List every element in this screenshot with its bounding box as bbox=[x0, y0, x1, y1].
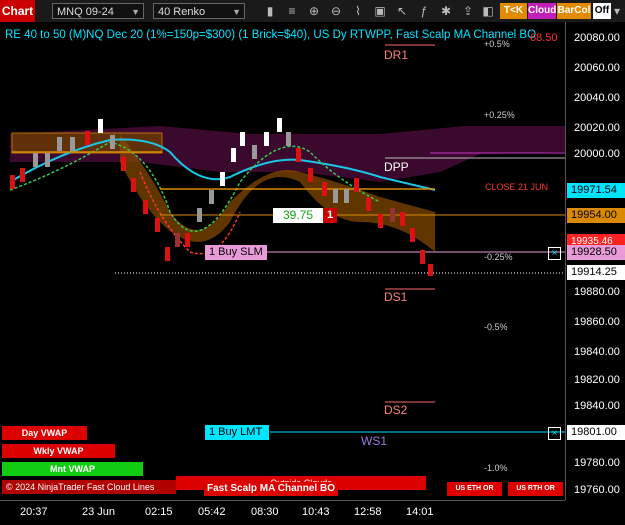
dpp-label: DPP bbox=[384, 160, 409, 174]
header-value: 68.50 bbox=[530, 32, 558, 44]
time-tick: 20:37 bbox=[20, 506, 48, 518]
price-tick: 20020.00 bbox=[574, 122, 620, 134]
pct-minus-0-5: -0.5% bbox=[484, 322, 508, 332]
ds2-label: DS2 bbox=[384, 403, 408, 417]
price-tag-stop: 19928.50 bbox=[567, 245, 625, 260]
price-tick: 19860.00 bbox=[574, 316, 620, 328]
pnl-box: 39.75 bbox=[273, 208, 323, 223]
price-tick: 19780.00 bbox=[574, 457, 620, 469]
price-tick: 19840.00 bbox=[574, 400, 620, 412]
time-tick: 02:15 bbox=[145, 506, 173, 518]
fast-scalp-button[interactable]: Fast Scalp MA Channel BO bbox=[204, 482, 338, 496]
zoom-out-icon[interactable]: ⊖ bbox=[328, 3, 344, 19]
strategy-icon[interactable]: ✱ bbox=[438, 3, 454, 19]
price-tick: 20000.00 bbox=[574, 148, 620, 160]
chart-header: RE 40 to 50 (M)NQ Dec 20 (1%=150p=$300) … bbox=[5, 29, 537, 41]
time-axis[interactable]: 20:37 23 Jun 02:15 05:42 08:30 10:43 12:… bbox=[0, 500, 565, 525]
price-tag-limit: 19801.00 bbox=[567, 425, 625, 440]
ds1-label: DS1 bbox=[384, 290, 408, 304]
pct-plus-0-5: +0.5% bbox=[484, 39, 510, 49]
close-icon[interactable]: × bbox=[548, 247, 561, 260]
price-tick: 20080.00 bbox=[574, 32, 620, 44]
price-tick: 20060.00 bbox=[574, 62, 620, 74]
zoom-in-icon[interactable]: ⊕ bbox=[306, 3, 322, 19]
chart-toolbar: Chart MNQ 09-24 ▼ 40 Renko ▼ ▮ ≡ ⊕ ⊖ ⌇ ▣… bbox=[0, 0, 625, 23]
price-tick: 20040.00 bbox=[574, 92, 620, 104]
ws1-label: WS1 bbox=[361, 434, 388, 448]
bar-type-label: 40 Renko bbox=[158, 6, 206, 18]
chevron-down-icon[interactable]: ▾ bbox=[610, 3, 624, 19]
time-tick: 05:42 bbox=[198, 506, 226, 518]
day-vwap-button[interactable]: Day VWAP bbox=[2, 426, 87, 440]
price-tick: 19760.00 bbox=[574, 484, 620, 496]
bar-chart-icon[interactable]: ▮ bbox=[262, 3, 278, 19]
price-tick: 19880.00 bbox=[574, 286, 620, 298]
wkly-vwap-button[interactable]: Wkly VWAP bbox=[2, 444, 115, 458]
dr1-label: DR1 bbox=[384, 48, 409, 62]
time-tick: 12:58 bbox=[354, 506, 382, 518]
buy-stop-order[interactable]: 1 Buy SLM bbox=[205, 245, 267, 260]
pointer-icon[interactable]: ↖ bbox=[394, 3, 410, 19]
time-tick: 14:01 bbox=[406, 506, 434, 518]
drawing-tool-icon[interactable]: ⌇ bbox=[350, 3, 366, 19]
us-rth-or-button[interactable]: US RTH OR bbox=[508, 482, 563, 496]
mnt-vwap-button[interactable]: Mnt VWAP bbox=[2, 462, 143, 476]
chevron-down-icon: ▼ bbox=[131, 7, 140, 17]
order-icon[interactable]: ◧ bbox=[480, 3, 496, 19]
price-tick: 19820.00 bbox=[574, 374, 620, 386]
close-icon[interactable]: × bbox=[548, 427, 561, 440]
pct-minus-0-25: -0.25% bbox=[484, 252, 513, 262]
copyright-bar: © 2024 NinjaTrader Fast Cloud Lines bbox=[2, 480, 176, 494]
price-chart[interactable]: RE 40 to 50 (M)NQ Dec 20 (1%=150p=$300) … bbox=[0, 22, 565, 500]
price-tag-last: 19914.25 bbox=[567, 265, 625, 280]
pct-plus-0-25: +0.25% bbox=[484, 110, 515, 120]
buy-limit-order[interactable]: 1 Buy LMT bbox=[205, 425, 269, 440]
cloud-button[interactable]: Cloud bbox=[528, 3, 556, 19]
chevron-down-icon: ▼ bbox=[232, 7, 241, 17]
chart-tab[interactable]: Chart bbox=[0, 0, 35, 22]
close-label: CLOSE 21 JUN bbox=[485, 182, 549, 192]
tk-button[interactable]: T<K bbox=[500, 3, 527, 19]
price-tag-ma: 19971.54 bbox=[567, 183, 625, 198]
bar-type-selector[interactable]: 40 Renko ▼ bbox=[153, 3, 245, 19]
off-button[interactable]: Off bbox=[593, 3, 611, 19]
us-eth-or-button[interactable]: US ETH OR bbox=[447, 482, 502, 496]
properties-icon[interactable]: ≡ bbox=[284, 3, 300, 19]
position-qty[interactable]: 1 bbox=[323, 208, 337, 223]
indicator-icon[interactable]: ƒ bbox=[416, 3, 432, 19]
time-tick: 23 Jun bbox=[82, 506, 116, 518]
data-box-icon[interactable]: ▣ bbox=[372, 3, 388, 19]
time-tick: 08:30 bbox=[251, 506, 279, 518]
price-tag-orange: 19954.00 bbox=[567, 208, 625, 223]
instrument-label: MNQ 09-24 bbox=[57, 6, 114, 18]
price-tick: 19840.00 bbox=[574, 346, 620, 358]
pct-minus-1: -1.0% bbox=[484, 463, 508, 473]
share-icon[interactable]: ⇪ bbox=[460, 3, 476, 19]
barcol-button[interactable]: BarCol bbox=[557, 3, 591, 19]
time-tick: 10:43 bbox=[302, 506, 330, 518]
price-axis[interactable]: 20080.00 20060.00 20040.00 20020.00 2000… bbox=[565, 22, 625, 500]
instrument-selector[interactable]: MNQ 09-24 ▼ bbox=[52, 3, 144, 19]
